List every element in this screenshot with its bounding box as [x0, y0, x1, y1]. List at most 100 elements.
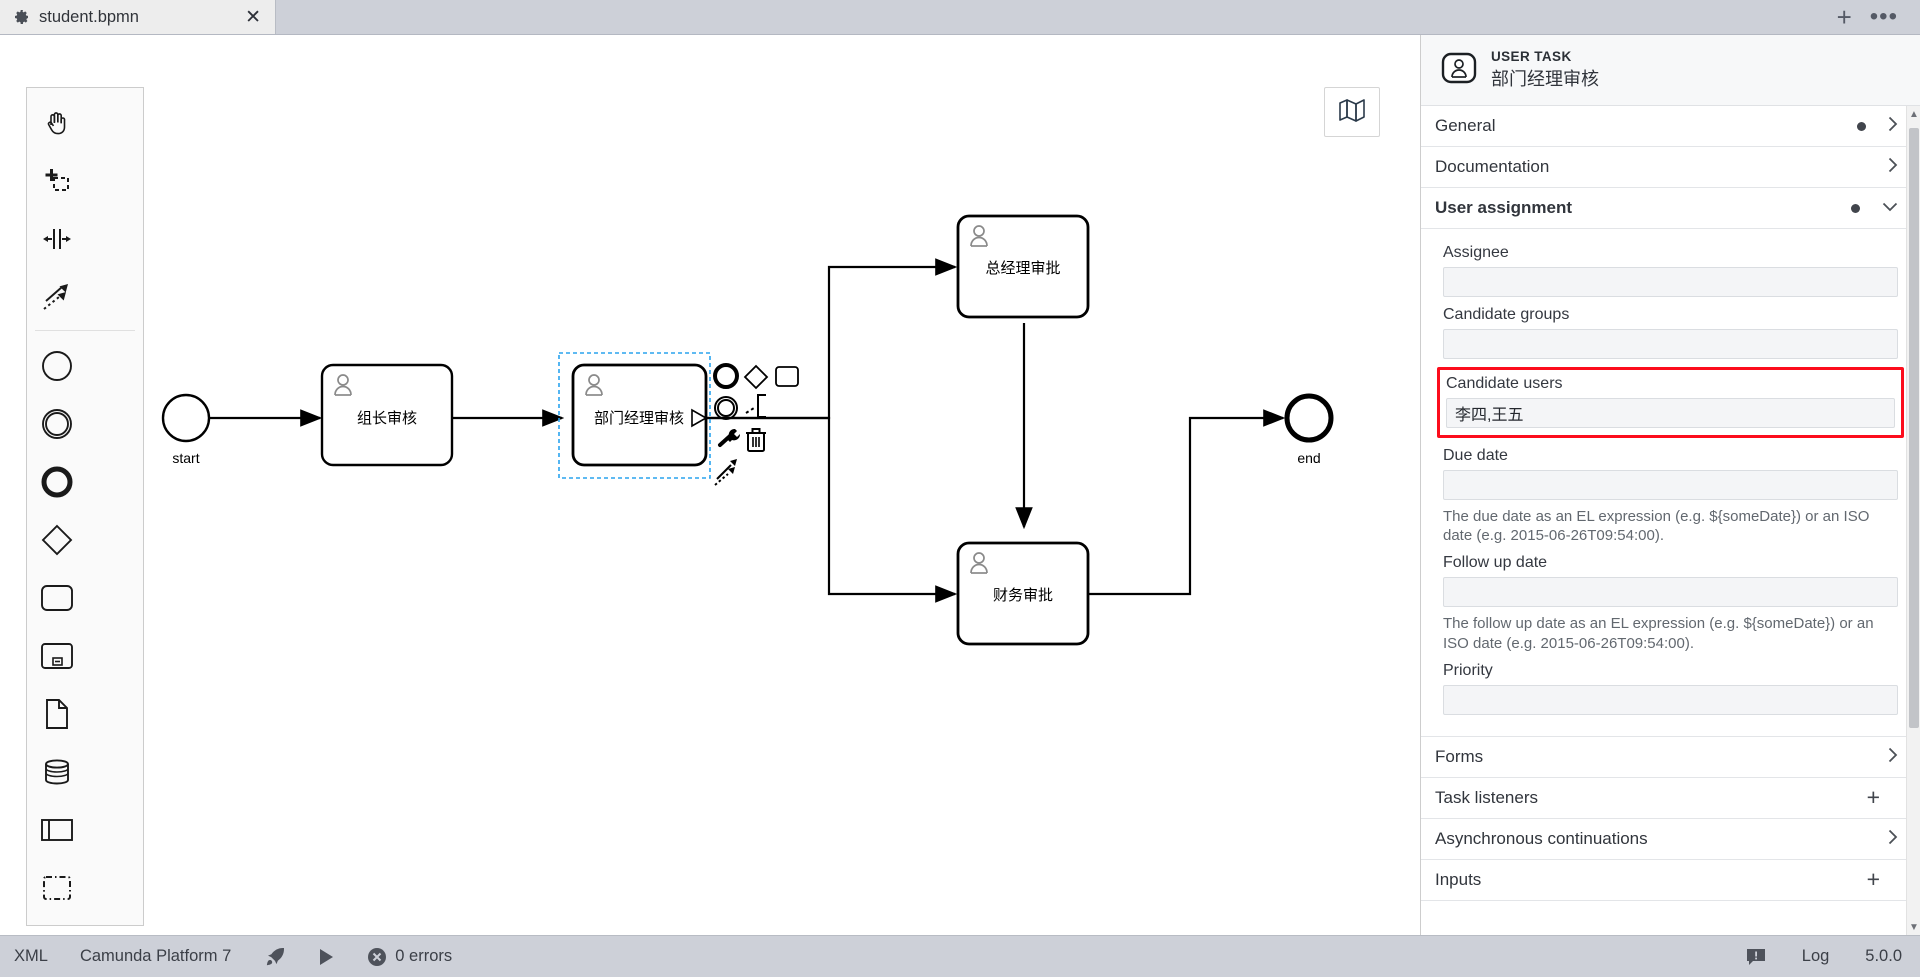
group-header-documentation[interactable]: Documentation [1421, 147, 1920, 188]
group-header-forms[interactable]: Forms [1421, 736, 1920, 778]
label-due-date: Due date [1443, 447, 1508, 464]
bpmn-start-event [161, 393, 211, 443]
status-xml-button[interactable]: XML [0, 936, 64, 977]
group-header-async-continuations[interactable]: Asynchronous continuations [1421, 818, 1920, 860]
status-run-button[interactable] [301, 936, 351, 977]
field-candidate-groups: Candidate groups [1443, 306, 1898, 359]
start-event-label: start [172, 450, 199, 466]
field-assignee: Assignee [1443, 244, 1898, 297]
field-follow-up-date: Follow up date The follow up date as an … [1443, 554, 1898, 652]
element-name-label: 部门经理审核 [1491, 69, 1599, 89]
properties-header-text: USER TASK 部门经理审核 [1491, 49, 1599, 91]
group-title-forms: Forms [1435, 746, 1484, 766]
tab-bar: student.bpmn ✕ + ••• [0, 0, 1920, 35]
group-body-user-assignment: Assignee Candidate groups Candidate user… [1421, 229, 1920, 737]
tab-title: student.bpmn [39, 7, 139, 26]
status-bar-right: Log 5.0.0 [1728, 936, 1920, 977]
scrollbar-thumb[interactable] [1909, 128, 1919, 728]
status-bar-left: XML Camunda Platform 7 0 errors [0, 936, 468, 977]
bpmn-modeler-window: student.bpmn ✕ + ••• start end 组长审核 部门经理… [0, 0, 1920, 977]
chevron-right-icon [1888, 747, 1898, 767]
tab-student-bpmn[interactable]: student.bpmn ✕ [0, 0, 276, 34]
plus-icon[interactable]: + [1867, 868, 1880, 891]
properties-header: USER TASK 部门经理审核 [1421, 35, 1920, 106]
properties-panel: USER TASK 部门经理审核 General Documentation U… [1420, 35, 1920, 935]
chevron-right-icon [1888, 157, 1898, 177]
log-icon [1746, 947, 1766, 967]
scroll-up-arrow-icon[interactable]: ▲ [1907, 106, 1920, 122]
due-date-input[interactable] [1443, 470, 1898, 500]
context-pad [691, 363, 799, 486]
status-platform-label: Camunda Platform 7 [79, 947, 232, 965]
properties-groups: General Documentation User assignment As… [1421, 106, 1920, 905]
status-version: 5.0.0 [1847, 936, 1920, 977]
chevron-down-icon [1882, 200, 1898, 216]
flow-task2-to-task4 [706, 416, 958, 603]
group-dot-general [1857, 121, 1866, 131]
group-dot-user-assignment [1851, 203, 1860, 213]
group-title-user-assignment: User assignment [1435, 198, 1572, 217]
bpmn-end-event [1284, 393, 1334, 443]
user-task-icon [1441, 52, 1477, 89]
end-event-label: end [1297, 450, 1320, 466]
tab-bar-spacer [276, 0, 1837, 34]
group-header-task-listeners[interactable]: Task listeners + [1421, 777, 1920, 819]
plus-icon[interactable]: + [1867, 786, 1880, 809]
scroll-down-arrow-icon[interactable]: ▼ [1907, 919, 1920, 935]
label-assignee: Assignee [1443, 244, 1509, 261]
status-errors-label: 0 errors [395, 947, 453, 965]
task-label-task2: 部门经理审核 [594, 410, 684, 427]
flow-task4-to-end [1088, 409, 1286, 596]
priority-input[interactable] [1443, 684, 1898, 715]
change-type-wrench-icon [718, 428, 741, 447]
task-label-task4: 财务审批 [993, 587, 1053, 604]
group-header-general[interactable]: General [1421, 106, 1920, 147]
bpmn-diagram: start end 组长审核 部门经理审核 总经理审批 财务审批 [0, 35, 1420, 935]
task-label-task1: 组长审核 [357, 410, 417, 427]
group-title-inputs: Inputs [1435, 869, 1482, 889]
hint-due-date: The due date as an EL expression (e.g. $… [1443, 508, 1870, 545]
candidate-users-input[interactable] [1446, 398, 1895, 428]
group-header-inputs[interactable]: Inputs + [1421, 859, 1920, 901]
tab-bar-actions: + ••• [1837, 0, 1920, 34]
append-end-event-icon [713, 363, 739, 389]
properties-scroll-area: General Documentation User assignment As… [1421, 106, 1920, 935]
label-follow-up-date: Follow up date [1443, 554, 1548, 572]
status-xml-label: XML [14, 947, 48, 965]
delete-trash-icon [746, 428, 766, 452]
status-bar: XML Camunda Platform 7 0 errors Log 5.0.… [0, 935, 1920, 977]
bpmn-task-task3: 总经理审批 [956, 214, 1090, 319]
label-candidate-groups: Candidate groups [1443, 306, 1570, 323]
assignee-input[interactable] [1443, 267, 1898, 297]
bpmn-task-task2: 部门经理审核 [558, 352, 711, 479]
status-log-icon-button[interactable] [1728, 936, 1784, 977]
follow-up-date-input[interactable] [1443, 577, 1898, 608]
connect-arrow-icon [714, 459, 737, 486]
bpmn-canvas[interactable]: start end 组长审核 部门经理审核 总经理审批 财务审批 [0, 35, 1420, 935]
status-version-label: 5.0.0 [1865, 947, 1902, 965]
close-icon[interactable]: ✕ [243, 8, 263, 27]
status-platform-button[interactable]: Camunda Platform 7 [64, 936, 247, 977]
label-candidate-users: Candidate users [1446, 375, 1563, 392]
append-task-icon [775, 366, 799, 387]
error-circle-icon [367, 947, 387, 967]
status-log-button[interactable]: Log [1784, 936, 1848, 977]
hint-follow-up-date: The follow up date as an EL expression (… [1443, 615, 1874, 652]
bpmn-task-task1: 组长审核 [320, 363, 454, 467]
status-errors-button[interactable]: 0 errors [351, 936, 468, 977]
label-priority: Priority [1443, 661, 1493, 679]
group-header-user-assignment[interactable]: User assignment [1421, 188, 1920, 229]
rocket-icon [263, 946, 285, 968]
group-title-general: General [1435, 116, 1496, 135]
gear-icon [14, 9, 30, 25]
field-candidate-users: Candidate users [1437, 367, 1904, 438]
field-priority: Priority [1443, 662, 1898, 715]
append-text-annotation-icon [745, 394, 766, 418]
new-tab-plus-icon[interactable]: + [1837, 4, 1852, 30]
properties-scrollbar[interactable]: ▲ ▼ [1906, 106, 1920, 935]
candidate-groups-input[interactable] [1443, 329, 1898, 359]
task-label-task3: 总经理审批 [985, 260, 1060, 277]
more-options-icon[interactable]: ••• [1870, 4, 1898, 28]
chevron-right-icon [1888, 829, 1898, 849]
status-deploy-button[interactable] [247, 936, 301, 977]
